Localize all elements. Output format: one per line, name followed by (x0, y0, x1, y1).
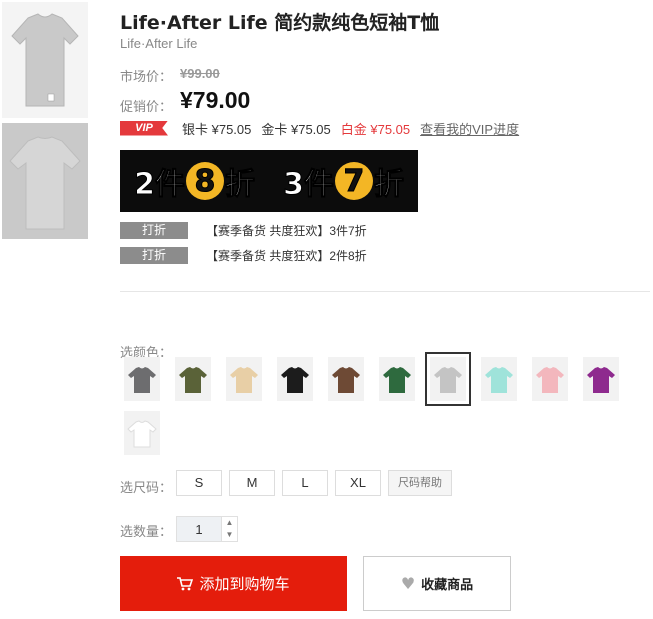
size-option-s[interactable]: S (176, 470, 222, 496)
promo-2-for-80: 2件 8 折 (134, 159, 255, 203)
vip-price-row: VIP 银卡 ¥75.05 金卡 ¥75.05 白金 ¥75.05 查看我的VI… (120, 119, 519, 138)
tshirt-swatch-icon (434, 367, 462, 393)
tshirt-swatch-icon (128, 367, 156, 393)
color-swatch-white[interactable] (124, 411, 160, 455)
vip-silver-price: 银卡 ¥75.05 (182, 121, 252, 137)
promo-3-for-70: 3件 7 折 (283, 159, 404, 203)
size-options: S M L XL 尺码帮助 (176, 470, 452, 496)
chevron-down-icon[interactable]: ▼ (222, 529, 237, 541)
color-swatch-black[interactable] (277, 357, 313, 401)
color-swatch-purple[interactable] (583, 357, 619, 401)
promo-price-label: 促销价： (120, 99, 173, 114)
market-price-value: ¥99.00 (180, 66, 220, 81)
color-swatch-brown[interactable] (328, 357, 364, 401)
vip-platinum-price: 白金 ¥75.05 (340, 121, 411, 137)
tshirt-swatch-icon (230, 367, 258, 393)
promo-right-post: 折 (373, 167, 404, 203)
tshirt-swatch-icon (383, 367, 411, 393)
color-swatch-list (124, 352, 634, 465)
discount-tag: 打折 (120, 222, 188, 239)
color-swatch-gray[interactable] (124, 357, 160, 401)
promo-left-num: 8 (185, 162, 224, 200)
favorite-label: 收藏商品 (421, 577, 474, 592)
tshirt-swatch-icon (127, 420, 157, 448)
discount-text: 【赛季备货 共度狂欢】2件8折 (206, 249, 367, 263)
promo-right-num: 7 (334, 162, 373, 200)
vip-gold-price: 金卡 ¥75.05 (261, 121, 331, 137)
thumbnail-back[interactable] (2, 123, 88, 239)
size-option-m[interactable]: M (229, 470, 275, 496)
color-swatch-beige[interactable] (226, 357, 262, 401)
promo-left-pre: 2件 (134, 167, 186, 203)
size-option-xl[interactable]: XL (335, 470, 381, 496)
vip-progress-link[interactable]: 查看我的VIP进度 (420, 119, 519, 138)
chevron-up-icon[interactable]: ▲ (222, 517, 237, 529)
discount-tag: 打折 (120, 247, 188, 264)
promo-banner[interactable]: 2件 8 折 3件 7 折 (120, 150, 418, 212)
market-price-label: 市场价： (120, 69, 173, 84)
discount-row: 打折 【赛季备货 共度狂欢】2件8折 (120, 247, 367, 264)
quantity-arrows: ▲ ▼ (222, 516, 238, 542)
thumbnail-gallery (2, 2, 88, 244)
color-swatch-green[interactable] (379, 357, 415, 401)
color-swatch-olive[interactable] (175, 357, 211, 401)
cart-icon (177, 576, 194, 590)
size-option-l[interactable]: L (282, 470, 328, 496)
tshirt-swatch-icon (281, 367, 309, 393)
color-swatch-mint[interactable] (481, 357, 517, 401)
promo-price-value: ¥79.00 (180, 87, 251, 113)
favorite-button[interactable]: ♥ 收藏商品 (363, 556, 511, 611)
tshirt-swatch-icon (179, 367, 207, 393)
tshirt-front-image (11, 13, 79, 107)
heart-icon: ♥ (400, 574, 416, 593)
color-swatch-pink[interactable] (532, 357, 568, 401)
divider (120, 291, 650, 292)
product-brand: Life·After Life (120, 36, 198, 51)
add-to-cart-button[interactable]: 添加到购物车 (120, 556, 347, 611)
tshirt-swatch-icon (587, 367, 615, 393)
quantity-stepper: ▲ ▼ (176, 516, 238, 542)
promo-left-post: 折 (224, 167, 255, 203)
color-swatch-light-gray[interactable] (425, 352, 471, 406)
thumbnail-front[interactable] (2, 2, 88, 118)
tshirt-swatch-icon (485, 367, 513, 393)
size-label: 选尺码： (120, 480, 173, 495)
product-title: Life·After Life 简约款纯色短袖T恤 (120, 12, 440, 34)
promo-right-pre: 3件 (283, 167, 335, 203)
discount-row: 打折 【赛季备货 共度狂欢】3件7折 (120, 222, 367, 239)
discount-text: 【赛季备货 共度狂欢】3件7折 (206, 224, 367, 238)
quantity-input[interactable] (176, 516, 222, 542)
tshirt-back-image (9, 136, 81, 230)
vip-badge: VIP (120, 120, 168, 136)
tshirt-swatch-icon (332, 367, 360, 393)
tshirt-swatch-icon (536, 367, 564, 393)
size-help-button[interactable]: 尺码帮助 (388, 470, 452, 496)
quantity-label: 选数量： (120, 524, 173, 539)
add-to-cart-label: 添加到购物车 (199, 576, 290, 593)
